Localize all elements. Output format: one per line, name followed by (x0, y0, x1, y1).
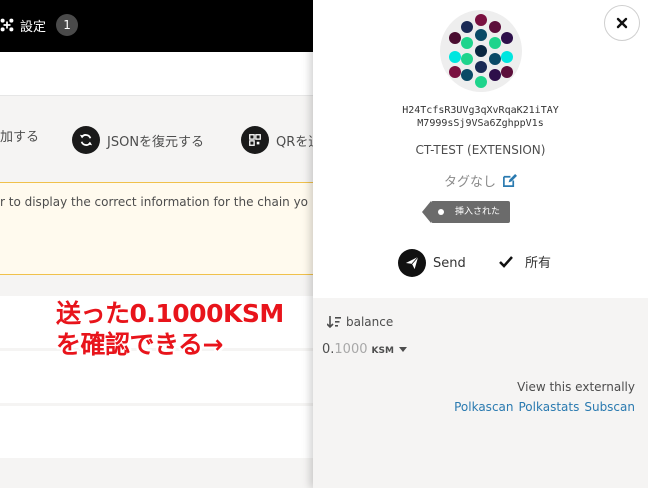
tag-hole-icon (438, 209, 444, 215)
settings-nav[interactable]: 設定 1 (0, 14, 79, 36)
polkastats-link[interactable]: Polkastats (519, 400, 580, 414)
restore-json-button[interactable]: JSONを復元する (72, 126, 204, 154)
notification-badge: 1 (56, 14, 79, 36)
balance-section: balance 0. 1000 KSM View this externally… (313, 298, 648, 488)
send-label: Send (433, 255, 466, 271)
account-identicon[interactable] (440, 10, 522, 92)
caret-down-icon (398, 347, 407, 352)
send-button[interactable]: Send (398, 249, 466, 277)
external-label: View this externally (517, 380, 635, 394)
qr-add-button[interactable]: QRを追 (241, 126, 321, 154)
settings-icon (0, 18, 14, 32)
close-sidebar-button[interactable] (604, 5, 640, 41)
account-name: CT-TEST (EXTENSION) (415, 143, 546, 157)
external-links: Polkascan Polkastats Subscan (454, 400, 635, 414)
owned-label: 所有 (525, 256, 552, 271)
balance-fraction: 1000 (334, 342, 368, 357)
annotation-line-1: 送った0.1000KSM (56, 299, 284, 328)
qr-icon (241, 126, 269, 154)
restore-json-label: JSONを復元する (107, 134, 205, 150)
add-account-label: 加する (0, 130, 40, 145)
paper-plane-icon (398, 249, 426, 277)
sidebar-buttons: Send 所有 (313, 247, 648, 279)
balance-header: balance (327, 315, 393, 329)
warning-text: r to display the correct information for… (0, 195, 309, 209)
check-icon (499, 255, 513, 268)
add-account-button[interactable]: 加する (0, 126, 39, 145)
injected-label: 挿入された (455, 207, 501, 217)
edit-tags-icon[interactable] (502, 173, 517, 188)
sort-icon (327, 316, 341, 328)
injected-tag: 挿入された (421, 201, 511, 223)
address-line-2: M7999sSj9VSa6ZghppV1s (417, 118, 544, 129)
close-icon (616, 17, 628, 29)
subscan-link[interactable]: Subscan (584, 400, 635, 414)
polkascan-link[interactable]: Polkascan (454, 400, 513, 414)
balance-unit: KSM (371, 346, 394, 356)
balance-label: balance (346, 315, 394, 329)
owned-button[interactable]: 所有 (499, 252, 551, 271)
balance-value-dropdown[interactable]: 0. 1000 KSM (322, 342, 407, 357)
account-address[interactable]: H24TcfsR3UVg3qXvRqaK21iTAY M7999sSj9VSa6… (313, 104, 648, 130)
balance-whole: 0. (322, 342, 335, 357)
annotation-line-2: を確認できる→ (56, 330, 223, 359)
address-line-1: H24TcfsR3UVg3qXvRqaK21iTAY (402, 105, 559, 116)
account-sidebar: H24TcfsR3UVg3qXvRqaK21iTAY M7999sSj9VSa6… (313, 0, 648, 488)
settings-label: 設定 (20, 19, 47, 35)
red-annotation: 送った0.1000KSM を確認できる→ (56, 298, 284, 360)
restore-icon (72, 126, 100, 154)
account-tags: タグなし (313, 171, 648, 190)
tags-label: タグなし (443, 175, 496, 190)
